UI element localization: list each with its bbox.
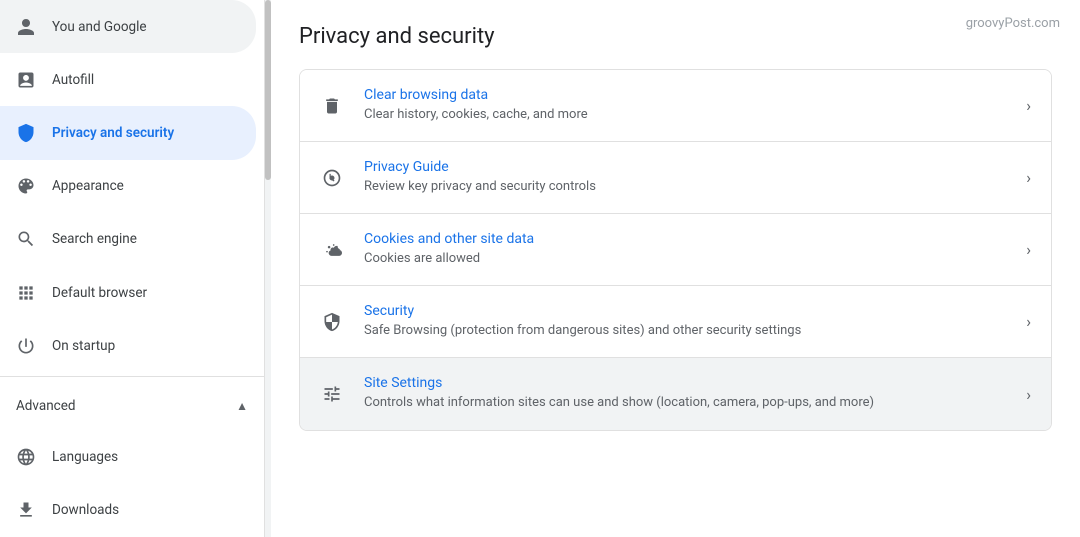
settings-item-content-security: Security Safe Browsing (protection from …: [364, 303, 1006, 340]
arrow-icon-site-settings: ›: [1026, 385, 1031, 404]
settings-item-title-security: Security: [364, 303, 1006, 319]
arrow-icon-cookies: ›: [1026, 240, 1031, 259]
advanced-label: Advanced: [16, 398, 76, 414]
settings-item-desc-site-settings: Controls what information sites can use …: [364, 394, 1006, 412]
settings-item-desc-clear: Clear history, cookies, cache, and more: [364, 106, 1006, 124]
sidebar-label-on-startup: On startup: [52, 338, 115, 354]
watermark: groovyPost.com: [966, 16, 1060, 31]
assignment-icon: [16, 70, 36, 90]
arrow-icon-clear: ›: [1026, 96, 1031, 115]
arrow-icon-security: ›: [1026, 312, 1031, 331]
settings-item-title-privacy-guide: Privacy Guide: [364, 159, 1006, 175]
sidebar-advanced-header[interactable]: Advanced ▲: [0, 381, 264, 430]
sidebar-label-you-google: You and Google: [52, 19, 147, 35]
sidebar-item-autofill[interactable]: Autofill: [0, 53, 256, 106]
arrow-icon-privacy-guide: ›: [1026, 168, 1031, 187]
download-icon: [16, 500, 36, 520]
chevron-up-icon: ▲: [236, 399, 248, 413]
window-icon: [16, 283, 36, 303]
sidebar-label-default-browser: Default browser: [52, 285, 147, 301]
sidebar-item-languages[interactable]: Languages: [0, 431, 256, 484]
settings-item-title-clear: Clear browsing data: [364, 87, 1006, 103]
settings-item-content-clear: Clear browsing data Clear history, cooki…: [364, 87, 1006, 124]
page-title: Privacy and security: [299, 24, 1052, 49]
sidebar-item-downloads[interactable]: Downloads: [0, 484, 256, 537]
globe-icon: [16, 447, 36, 467]
palette-icon: [16, 176, 36, 196]
settings-item-security[interactable]: Security Safe Browsing (protection from …: [300, 286, 1051, 358]
settings-item-content-cookies: Cookies and other site data Cookies are …: [364, 231, 1006, 268]
search-icon: [16, 229, 36, 249]
sidebar-item-you-google[interactable]: You and Google: [0, 0, 256, 53]
shield-icon: [16, 123, 36, 143]
settings-item-privacy-guide[interactable]: Privacy Guide Review key privacy and sec…: [300, 142, 1051, 214]
settings-item-desc-cookies: Cookies are allowed: [364, 250, 1006, 268]
sidebar-item-search-engine[interactable]: Search engine: [0, 213, 256, 266]
sidebar-label-autofill: Autofill: [52, 72, 94, 88]
sidebar-divider: [0, 376, 264, 377]
sidebar-item-default-browser[interactable]: Default browser: [0, 266, 256, 319]
settings-item-title-cookies: Cookies and other site data: [364, 231, 1006, 247]
sidebar-item-on-startup[interactable]: On startup: [0, 319, 256, 372]
delete-icon: [320, 94, 344, 118]
settings-item-cookies[interactable]: Cookies and other site data Cookies are …: [300, 214, 1051, 286]
settings-item-title-site-settings: Site Settings: [364, 375, 1006, 391]
compass-icon: [320, 166, 344, 190]
sidebar-label-appearance: Appearance: [52, 178, 124, 194]
sidebar-label-downloads: Downloads: [52, 502, 119, 518]
security-shield-icon: [320, 310, 344, 334]
sidebar: You and Google Autofill Privacy and secu…: [0, 0, 265, 537]
settings-item-desc-security: Safe Browsing (protection from dangerous…: [364, 322, 1006, 340]
person-icon: [16, 17, 36, 37]
settings-item-site-settings[interactable]: Site Settings Controls what information …: [300, 358, 1051, 430]
sidebar-label-search-engine: Search engine: [52, 231, 137, 247]
sliders-icon: [320, 382, 344, 406]
sidebar-label-languages: Languages: [52, 449, 118, 465]
settings-item-clear-browsing-data[interactable]: Clear browsing data Clear history, cooki…: [300, 70, 1051, 142]
cookie-icon: [320, 238, 344, 262]
sidebar-label-privacy-security: Privacy and security: [52, 125, 174, 141]
main-content: groovyPost.com Privacy and security Clea…: [271, 0, 1080, 537]
settings-item-desc-privacy-guide: Review key privacy and security controls: [364, 178, 1006, 196]
sidebar-item-privacy-security[interactable]: Privacy and security: [0, 106, 256, 159]
settings-list: Clear browsing data Clear history, cooki…: [299, 69, 1052, 431]
settings-item-content-site-settings: Site Settings Controls what information …: [364, 375, 1006, 412]
settings-item-content-privacy-guide: Privacy Guide Review key privacy and sec…: [364, 159, 1006, 196]
sidebar-item-appearance[interactable]: Appearance: [0, 160, 256, 213]
power-icon: [16, 336, 36, 356]
